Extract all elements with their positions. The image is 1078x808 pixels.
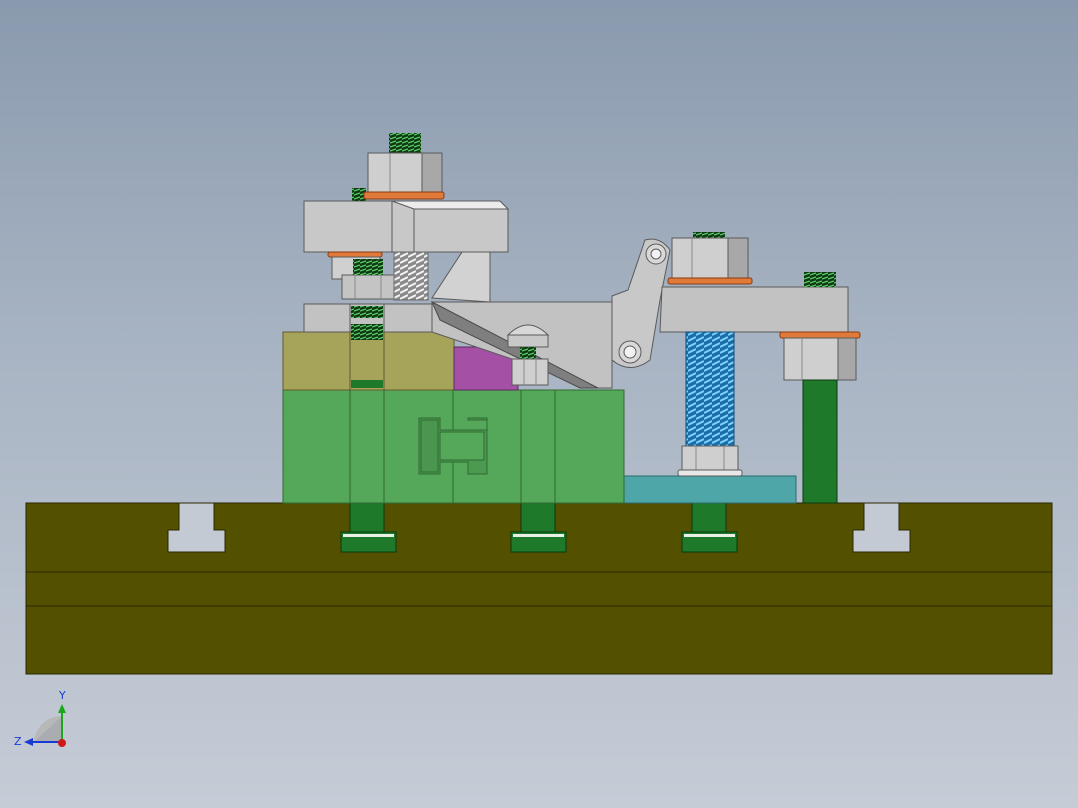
base-plate (25, 494, 1053, 675)
green-fixture-block (282, 389, 625, 504)
right-lever-bar (659, 286, 849, 333)
y-axis-label: Y (58, 689, 66, 702)
z-axis-label: Z (14, 735, 22, 748)
teal-support-plate (621, 475, 797, 504)
blue-spring-assembly (677, 331, 743, 477)
coordinate-triad: Y Z (14, 689, 66, 748)
fixture-assembly-drawing: Y Z (14, 133, 1053, 748)
cad-viewport[interactable]: Y Z (0, 0, 1078, 808)
right-upper-hex-nut (667, 232, 753, 285)
left-spring-assembly (327, 251, 429, 301)
top-clamp-bar (303, 200, 510, 253)
top-hex-nut (352, 133, 445, 201)
